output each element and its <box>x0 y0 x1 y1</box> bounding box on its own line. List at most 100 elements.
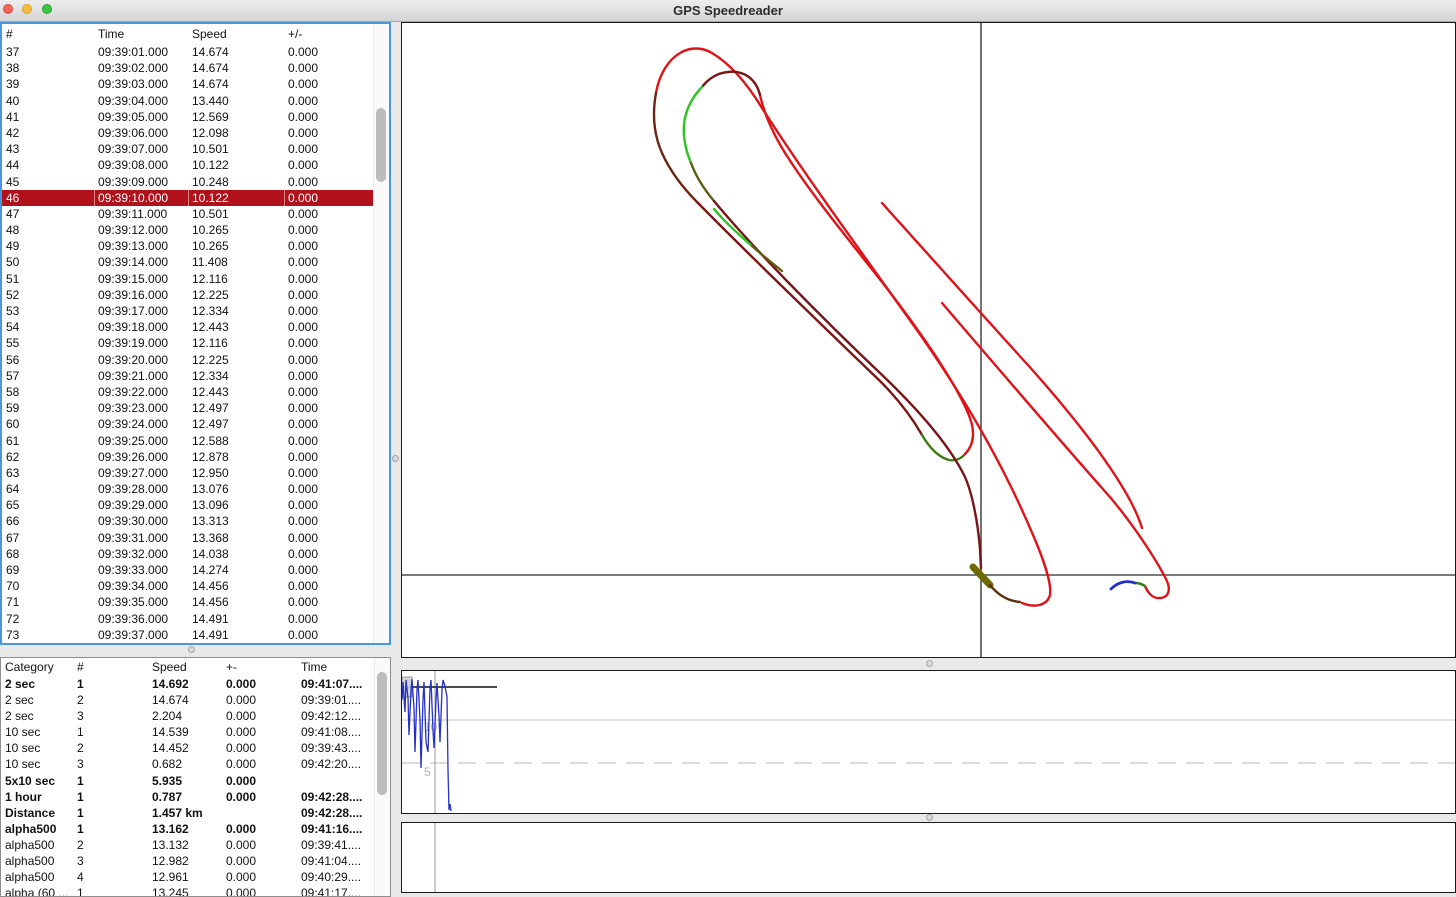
column-header-plusminus[interactable]: +- <box>222 659 297 676</box>
table-row[interactable]: Distance 1 1.457 km 09:42:28.... <box>1 805 374 821</box>
table-row[interactable]: 53 09:39:17.000 12.334 0.000 <box>2 303 375 319</box>
speed-trace <box>402 679 451 811</box>
table-row[interactable]: 61 09:39:25.000 12.588 0.000 <box>2 433 375 449</box>
column-header-num[interactable]: # <box>2 24 94 44</box>
track-segment-turn-green <box>922 435 965 460</box>
table-row[interactable]: 2 sec 2 14.674 0.000 09:39:01.... <box>1 692 374 708</box>
table-row[interactable]: alpha500 2 13.132 0.000 09:39:41.... <box>1 837 374 853</box>
y-tick-5: 5 <box>424 765 431 779</box>
column-header-speed[interactable]: Speed <box>188 24 284 44</box>
table-row[interactable]: 72 09:39:36.000 14.491 0.000 <box>2 611 375 627</box>
column-header-rank[interactable]: # <box>73 659 148 676</box>
table-row[interactable]: 5x10 sec 1 5.935 0.000 <box>1 773 374 789</box>
table-row[interactable]: 42 09:39:06.000 12.098 0.000 <box>2 125 375 141</box>
splitter-handle-vertical[interactable] <box>392 455 399 462</box>
table-row[interactable]: 52 09:39:16.000 12.225 0.000 <box>2 287 375 303</box>
table-row[interactable]: 49 09:39:13.000 10.265 0.000 <box>2 238 375 254</box>
results-table-rows: 2 sec 1 14.692 0.000 09:41:07.... 2 sec … <box>1 676 374 896</box>
points-table-header: # Time Speed +/- <box>2 24 375 44</box>
track-segment-decel <box>654 93 698 203</box>
table-row[interactable]: alpha (60 ... 1 13.245 0.000 09:41:17...… <box>1 885 374 896</box>
track-segment-slow-green <box>714 209 752 246</box>
points-table-rows: 37 09:39:01.000 14.674 0.000 38 09:39:02… <box>2 44 375 643</box>
speed-graph-canvas: 10 5 <box>402 671 1455 813</box>
table-row[interactable]: alpha500 4 12.961 0.000 09:40:29.... <box>1 869 374 885</box>
track-segment-accel <box>752 246 782 271</box>
table-row[interactable]: 70 09:39:34.000 14.456 0.000 <box>2 578 375 594</box>
splitter-handle-plot-graph[interactable] <box>926 660 933 667</box>
table-row[interactable]: 10 sec 3 0.682 0.000 09:42:20.... <box>1 756 374 772</box>
table-row[interactable]: 10 sec 2 14.452 0.000 09:39:43.... <box>1 740 374 756</box>
track-segment-accel <box>691 163 714 201</box>
splitter-handle-graph-bottom[interactable] <box>926 814 933 821</box>
results-scrollbar-track[interactable] <box>374 658 390 896</box>
table-row[interactable]: alpha500 3 12.982 0.000 09:41:04.... <box>1 853 374 869</box>
column-header-time[interactable]: Time <box>94 24 188 44</box>
table-row[interactable]: 37 09:39:01.000 14.674 0.000 <box>2 44 375 60</box>
table-row[interactable]: 67 09:39:31.000 13.368 0.000 <box>2 530 375 546</box>
gps-track-plot[interactable] <box>401 22 1456 658</box>
track-segment-end-blue <box>1111 582 1135 589</box>
track-segment-fast <box>712 53 1050 606</box>
gps-track-canvas <box>402 23 1455 657</box>
table-row[interactable]: 40 09:39:04.000 13.440 0.000 <box>2 93 375 109</box>
secondary-graph-panel[interactable] <box>401 822 1456 893</box>
table-row[interactable]: 66 09:39:30.000 13.313 0.000 <box>2 513 375 529</box>
table-row[interactable]: 57 09:39:21.000 12.334 0.000 <box>2 368 375 384</box>
table-row[interactable]: 39 09:39:03.000 14.674 0.000 <box>2 76 375 92</box>
table-row[interactable]: 62 09:39:26.000 12.878 0.000 <box>2 449 375 465</box>
gps-track <box>654 49 1169 606</box>
table-row[interactable]: 38 09:39:02.000 14.674 0.000 <box>2 60 375 76</box>
table-row[interactable]: 41 09:39:05.000 12.569 0.000 <box>2 109 375 125</box>
column-header-category[interactable]: Category <box>1 659 73 676</box>
table-row[interactable]: 10 sec 1 14.539 0.000 09:41:08.... <box>1 724 374 740</box>
table-row[interactable]: 56 09:39:20.000 12.225 0.000 <box>2 352 375 368</box>
close-button[interactable] <box>3 4 13 14</box>
track-points-table: # Time Speed +/- 37 09:39:01.000 14.674 … <box>0 22 391 645</box>
splitter-handle-horizontal-left[interactable] <box>188 646 195 653</box>
column-header-time[interactable]: Time <box>297 659 374 676</box>
minimize-button[interactable] <box>22 4 32 14</box>
results-table-header: Category # Speed +- Time <box>1 659 374 676</box>
table-row[interactable]: 60 09:39:24.000 12.497 0.000 <box>2 416 375 432</box>
results-scrollbar-thumb[interactable] <box>377 672 387 795</box>
track-segment-medium <box>714 201 981 568</box>
title-bar: GPS Speedreader <box>0 0 1456 22</box>
table-row[interactable]: 47 09:39:11.000 10.501 0.000 <box>2 206 375 222</box>
column-header-speed[interactable]: Speed <box>148 659 222 676</box>
track-segment-fast <box>882 203 1142 528</box>
table-row[interactable]: 71 09:39:35.000 14.456 0.000 <box>2 594 375 610</box>
table-row[interactable]: 63 09:39:27.000 12.950 0.000 <box>2 465 375 481</box>
track-segment-slow-turn <box>990 585 1020 602</box>
table-row[interactable]: 58 09:39:22.000 12.443 0.000 <box>2 384 375 400</box>
window-title: GPS Speedreader <box>0 0 1456 21</box>
gps-speedreader-window: { "window": { "title": "GPS Speedreader"… <box>0 0 1456 897</box>
table-row[interactable]: 50 09:39:14.000 11.408 0.000 <box>2 254 375 270</box>
points-scrollbar-thumb[interactable] <box>376 108 386 182</box>
table-row[interactable]: 45 09:39:09.000 10.248 0.000 <box>2 174 375 190</box>
track-segment-medium <box>698 203 922 435</box>
table-row[interactable]: 64 09:39:28.000 13.076 0.000 <box>2 481 375 497</box>
table-row[interactable]: alpha500 1 13.162 0.000 09:41:16.... <box>1 821 374 837</box>
table-row[interactable]: 65 09:39:29.000 13.096 0.000 <box>2 497 375 513</box>
points-scrollbar-track[interactable] <box>373 24 389 643</box>
table-row[interactable]: 59 09:39:23.000 12.497 0.000 <box>2 400 375 416</box>
table-row[interactable]: 51 09:39:15.000 12.116 0.000 <box>2 271 375 287</box>
table-row[interactable]: 54 09:39:18.000 12.443 0.000 <box>2 319 375 335</box>
table-row[interactable]: 43 09:39:07.000 10.501 0.000 <box>2 141 375 157</box>
table-row[interactable]: 2 sec 3 2.204 0.000 09:42:12.... <box>1 708 374 724</box>
zoom-button[interactable] <box>42 4 52 14</box>
table-row[interactable]: 55 09:39:19.000 12.116 0.000 <box>2 335 375 351</box>
table-row[interactable]: 69 09:39:33.000 14.274 0.000 <box>2 562 375 578</box>
table-row[interactable]: 46 09:39:10.000 10.122 0.000 <box>2 190 375 206</box>
table-row[interactable]: 44 09:39:08.000 10.122 0.000 <box>2 157 375 173</box>
table-row[interactable]: 1 hour 1 0.787 0.000 09:42:28.... <box>1 789 374 805</box>
table-row[interactable]: 48 09:39:12.000 10.265 0.000 <box>2 222 375 238</box>
table-row[interactable]: 73 09:39:37.000 14.491 0.000 <box>2 627 375 643</box>
table-row[interactable]: 2 sec 1 14.692 0.000 09:41:07.... <box>1 676 374 692</box>
column-header-plusminus[interactable]: +/- <box>284 24 375 44</box>
table-row[interactable]: 68 09:39:32.000 14.038 0.000 <box>2 546 375 562</box>
speed-graph[interactable]: 10 5 <box>401 670 1456 814</box>
track-segment-slow-green <box>684 87 702 163</box>
track-segment-right-loop <box>942 303 1169 598</box>
